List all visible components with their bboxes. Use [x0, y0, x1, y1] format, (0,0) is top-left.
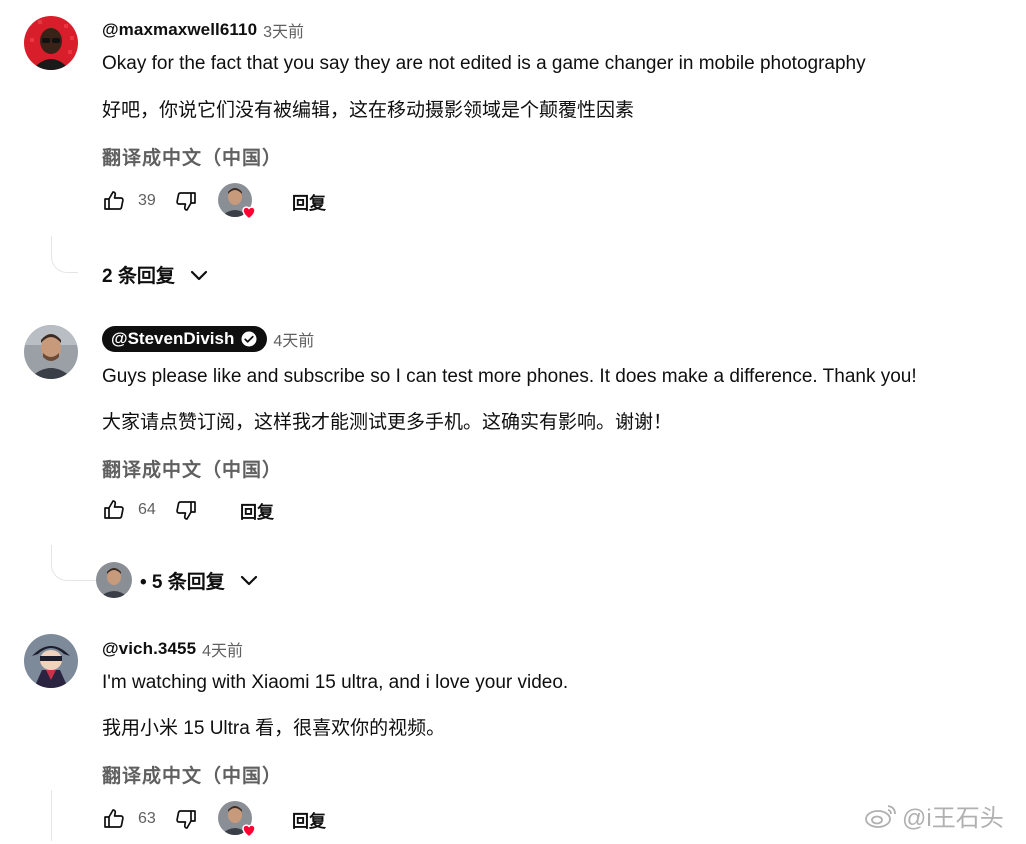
comment-actions: 64 回复 — [102, 492, 274, 528]
replies-label: • 5 条回复 — [140, 571, 225, 593]
creator-heart — [218, 801, 256, 838]
creator-heart — [218, 183, 256, 220]
thread-line — [51, 236, 78, 273]
dislike-icon[interactable] — [174, 807, 198, 831]
comment-translation: 我用小米 15 Ultra 看，很喜欢你的视频。 — [102, 718, 446, 739]
reply-button[interactable]: 回复 — [292, 807, 326, 832]
avatar[interactable] — [24, 16, 78, 70]
replies-label: 2 条回复 — [102, 266, 175, 287]
translate-button[interactable]: 翻译成中文（中国） — [102, 143, 282, 170]
like-count: 63 — [138, 810, 156, 827]
comment-text: I'm watching with Xiaomi 15 ultra, and i… — [102, 672, 569, 693]
comment-actions: 39 回复 — [102, 183, 326, 220]
watermark: @i王石头 — [864, 798, 1004, 833]
chevron-down-icon — [237, 568, 261, 592]
reply-button[interactable]: 回复 — [240, 498, 274, 523]
comment-time[interactable]: 4天前 — [202, 637, 243, 661]
reply-button[interactable]: 回复 — [292, 189, 326, 214]
author-name[interactable]: @maxmaxwell6110 — [102, 20, 257, 40]
comment-text: Guys please like and subscribe so I can … — [102, 366, 917, 387]
author-name[interactable]: @vich.3455 — [102, 639, 196, 659]
comment-time[interactable]: 3天前 — [263, 18, 304, 42]
dislike-icon[interactable] — [174, 498, 198, 522]
thread-line — [51, 545, 96, 581]
watermark-text: @i王石头 — [902, 805, 1004, 832]
reply-author-avatar — [96, 562, 132, 598]
comment-header: @maxmaxwell6110 3天前 — [102, 18, 304, 42]
dislike-icon[interactable] — [174, 189, 198, 213]
translate-button[interactable]: 翻译成中文（中国） — [102, 455, 282, 482]
like-icon[interactable] — [102, 189, 126, 213]
comment-header: @StevenDivish 4天前 — [102, 326, 314, 352]
author-name: @StevenDivish — [111, 329, 235, 348]
comment-text: Okay for the fact that you say they are … — [102, 53, 866, 74]
avatar[interactable] — [24, 325, 78, 379]
like-icon[interactable] — [102, 807, 126, 831]
heart-icon — [240, 203, 258, 221]
like-count: 64 — [138, 501, 156, 518]
view-replies-button[interactable]: 2 条回复 — [102, 261, 211, 288]
translate-button[interactable]: 翻译成中文（中国） — [102, 761, 282, 788]
thread-line — [51, 790, 52, 841]
comment-translation: 好吧，你说它们没有被编辑，这在移动摄影领域是个颠覆性因素 — [102, 100, 635, 121]
comment-time[interactable]: 4天前 — [273, 327, 314, 351]
creator-badge[interactable]: @StevenDivish — [102, 326, 268, 352]
like-count: 39 — [138, 192, 156, 209]
chevron-down-icon — [187, 263, 211, 287]
verified-icon — [240, 330, 258, 348]
weibo-icon — [864, 802, 898, 830]
like-icon[interactable] — [102, 498, 126, 522]
avatar[interactable] — [24, 634, 78, 688]
comment-header: @vich.3455 4天前 — [102, 637, 243, 661]
view-replies-button[interactable]: • 5 条回复 — [96, 562, 261, 598]
heart-icon — [240, 821, 258, 839]
comment-translation: 大家请点赞订阅，这样我才能测试更多手机。这确实有影响。谢谢！ — [102, 412, 673, 433]
comment-actions: 63 回复 — [102, 801, 326, 838]
